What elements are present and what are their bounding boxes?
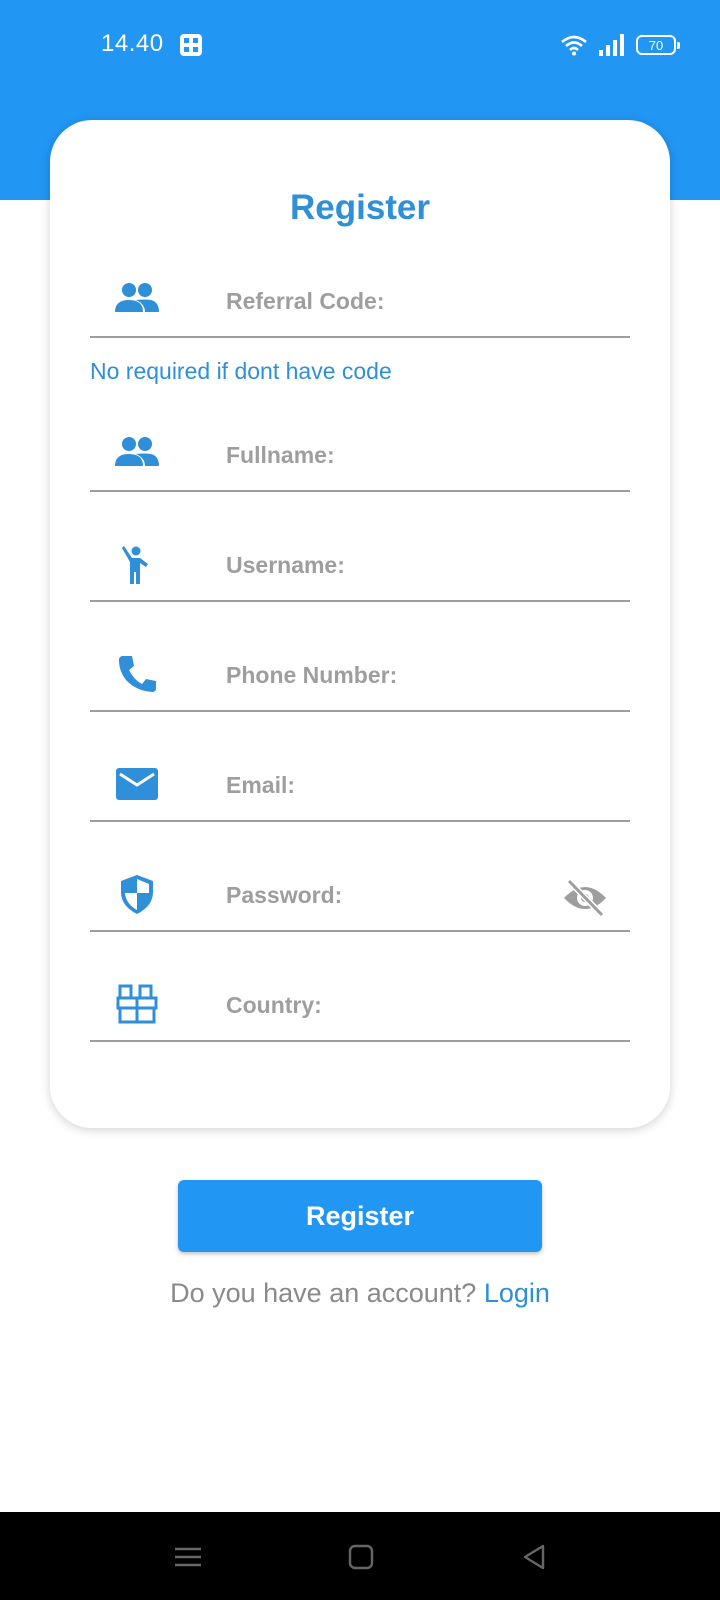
- shield-icon: [121, 875, 153, 914]
- phone-number-label: Phone Number:: [226, 662, 398, 688]
- page-title: Register: [289, 188, 431, 227]
- phone-icon: [119, 656, 156, 692]
- phone-number-field[interactable]: Phone Number:: [90, 632, 630, 712]
- app-notification-icon: [180, 34, 202, 56]
- fullname-label: Fullname:: [226, 442, 335, 468]
- password-label: Password:: [226, 882, 343, 908]
- password-field[interactable]: Password:: [90, 852, 630, 932]
- status-bar: 14.40 70: [0, 0, 720, 90]
- register-button[interactable]: Register: [178, 1180, 542, 1252]
- status-time: 14.40: [101, 30, 164, 57]
- mail-icon: [116, 768, 158, 800]
- login-link[interactable]: Login: [484, 1278, 550, 1308]
- country-field[interactable]: Country:: [90, 962, 630, 1042]
- person-waving-icon: [122, 546, 148, 584]
- visibility-off-icon[interactable]: [562, 878, 608, 918]
- register-card: Register Referral Code: No required if d…: [50, 120, 670, 1128]
- navigation-bar: [0, 1512, 720, 1600]
- referral-code-field[interactable]: Referral Code:: [90, 258, 630, 338]
- menu-icon[interactable]: [173, 1542, 203, 1572]
- group-icon: [115, 437, 159, 466]
- referral-hint: No required if dont have code: [90, 358, 392, 384]
- fullname-field[interactable]: Fullname:: [90, 412, 630, 492]
- country-label: Country:: [226, 992, 322, 1018]
- email-field[interactable]: Email:: [90, 742, 630, 822]
- account-prompt-text: Do you have an account?: [170, 1278, 477, 1308]
- group-icon: [115, 283, 159, 312]
- username-field[interactable]: Username:: [90, 522, 630, 602]
- referral-code-label: Referral Code:: [226, 288, 385, 314]
- login-prompt: Do you have an account? Login: [0, 1278, 720, 1309]
- signal-icon: [599, 34, 624, 56]
- username-label: Username:: [226, 552, 345, 578]
- back-triangle-icon[interactable]: [519, 1542, 549, 1572]
- wifi-icon: [561, 35, 587, 56]
- home-square-icon[interactable]: [346, 1542, 376, 1572]
- country-icon: [116, 984, 158, 1024]
- email-label: Email:: [226, 772, 296, 798]
- battery-level: 70: [648, 37, 664, 53]
- battery-icon: 70: [636, 35, 680, 55]
